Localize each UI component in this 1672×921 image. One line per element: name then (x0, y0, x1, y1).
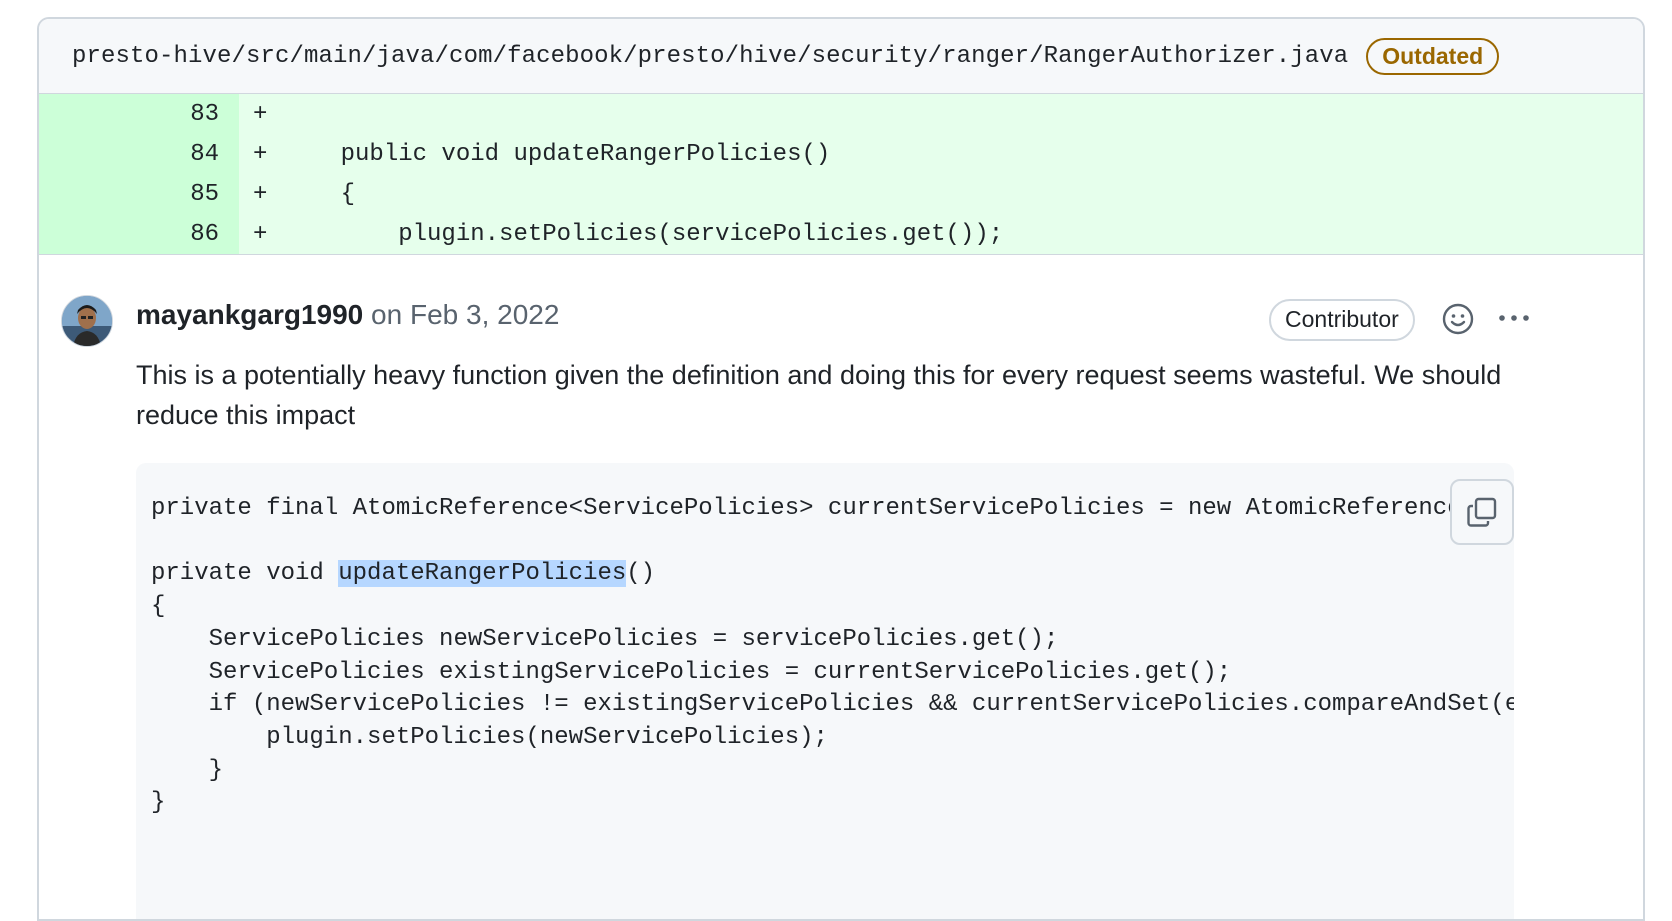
diff-sign: + (253, 100, 268, 128)
author-link[interactable]: mayankgarg1990 (136, 299, 363, 330)
avatar-image (62, 296, 112, 346)
diff-line: 84 + public void updateRangerPolicies() (39, 134, 1643, 174)
comment-body: This is a potentially heavy function giv… (136, 360, 1502, 430)
diff-line: 86 + plugin.setPolicies(servicePolicies.… (39, 214, 1643, 254)
diff-line: 83 + (39, 94, 1643, 134)
diff-sign: + (253, 220, 268, 248)
diff-sign: + (253, 140, 268, 168)
contributor-badge: Contributor (1269, 299, 1415, 341)
line-number[interactable]: 84 (39, 134, 239, 174)
code-content: private final AtomicReference<ServicePol… (136, 463, 1514, 820)
review-thread: presto-hive/src/main/java/com/facebook/p… (37, 17, 1645, 921)
code-snippet: private final AtomicReference<ServicePol… (136, 463, 1514, 919)
file-path-link[interactable]: presto-hive/src/main/java/com/facebook/p… (72, 43, 1348, 70)
diff-code: public void updateRangerPolicies() (283, 140, 831, 168)
selected-text: updateRangerPolicies (338, 560, 627, 588)
diff-hunk: 83 + 84 + public void updateRangerPolici… (39, 94, 1643, 255)
comment-header: mayankgarg1990 on Feb 3, 2022 (136, 299, 559, 331)
avatar[interactable] (61, 295, 113, 347)
diff-line: 85 + { (39, 174, 1643, 214)
line-number[interactable]: 86 (39, 214, 239, 254)
line-number[interactable]: 85 (39, 174, 239, 214)
smiley-icon[interactable] (1441, 302, 1475, 336)
code-line: () (626, 560, 656, 588)
diff-code: plugin.setPolicies(servicePolicies.get()… (283, 220, 1004, 248)
code-line: private void (151, 560, 339, 588)
comment-timestamp[interactable]: on Feb 3, 2022 (371, 299, 559, 330)
diff-sign: + (253, 180, 268, 208)
line-number[interactable]: 83 (39, 94, 239, 134)
review-comment: mayankgarg1990 on Feb 3, 2022 Contributo… (39, 255, 1643, 919)
file-header: presto-hive/src/main/java/com/facebook/p… (39, 19, 1643, 94)
copy-icon (1467, 497, 1497, 527)
copy-button[interactable] (1450, 479, 1514, 545)
kebab-horizontal-icon[interactable] (1497, 301, 1531, 342)
code-line: { ServicePolicies newServicePolicies = s… (151, 593, 1514, 817)
code-line: private final AtomicReference<ServicePol… (151, 495, 1514, 522)
outdated-badge: Outdated (1366, 37, 1500, 75)
diff-code: { (283, 180, 356, 208)
